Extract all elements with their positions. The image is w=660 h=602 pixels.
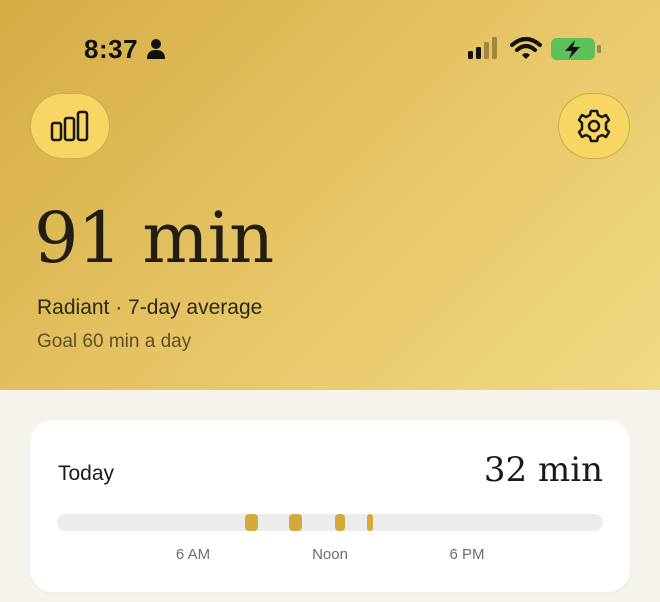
today-minutes-value: 32 min bbox=[483, 450, 603, 490]
timeline-label-6pm: 6 PM bbox=[449, 546, 485, 563]
battery-charging-icon bbox=[551, 38, 601, 60]
session-mark bbox=[245, 514, 258, 531]
stats-button[interactable] bbox=[30, 93, 110, 159]
status-time: 8:37 bbox=[84, 34, 139, 64]
today-card[interactable]: Today 32 min 6 AM Noon 6 PM bbox=[30, 420, 630, 592]
timeline-label-6am: 6 AM bbox=[175, 546, 211, 563]
status-bar: 8:37 bbox=[0, 0, 660, 100]
session-mark bbox=[367, 514, 373, 531]
settings-button[interactable] bbox=[558, 93, 630, 159]
average-subtitle: Radiant · 7-day average bbox=[37, 296, 263, 319]
timeline-label-noon: Noon bbox=[312, 546, 348, 563]
wifi-icon bbox=[510, 37, 542, 59]
person-icon bbox=[147, 39, 165, 59]
bar-chart-icon bbox=[50, 110, 89, 142]
session-mark bbox=[289, 514, 302, 531]
average-minutes-value: 91 min bbox=[34, 197, 274, 279]
today-title: Today bbox=[58, 462, 115, 485]
gear-icon bbox=[577, 109, 611, 143]
session-mark bbox=[335, 514, 345, 531]
daylight-timeline bbox=[57, 514, 603, 531]
cellular-signal-icon bbox=[468, 37, 497, 59]
daily-goal-text: Goal 60 min a day bbox=[37, 331, 192, 352]
hero-panel: 8:37 91 min Radiant · 7-day average Goal… bbox=[0, 0, 660, 390]
